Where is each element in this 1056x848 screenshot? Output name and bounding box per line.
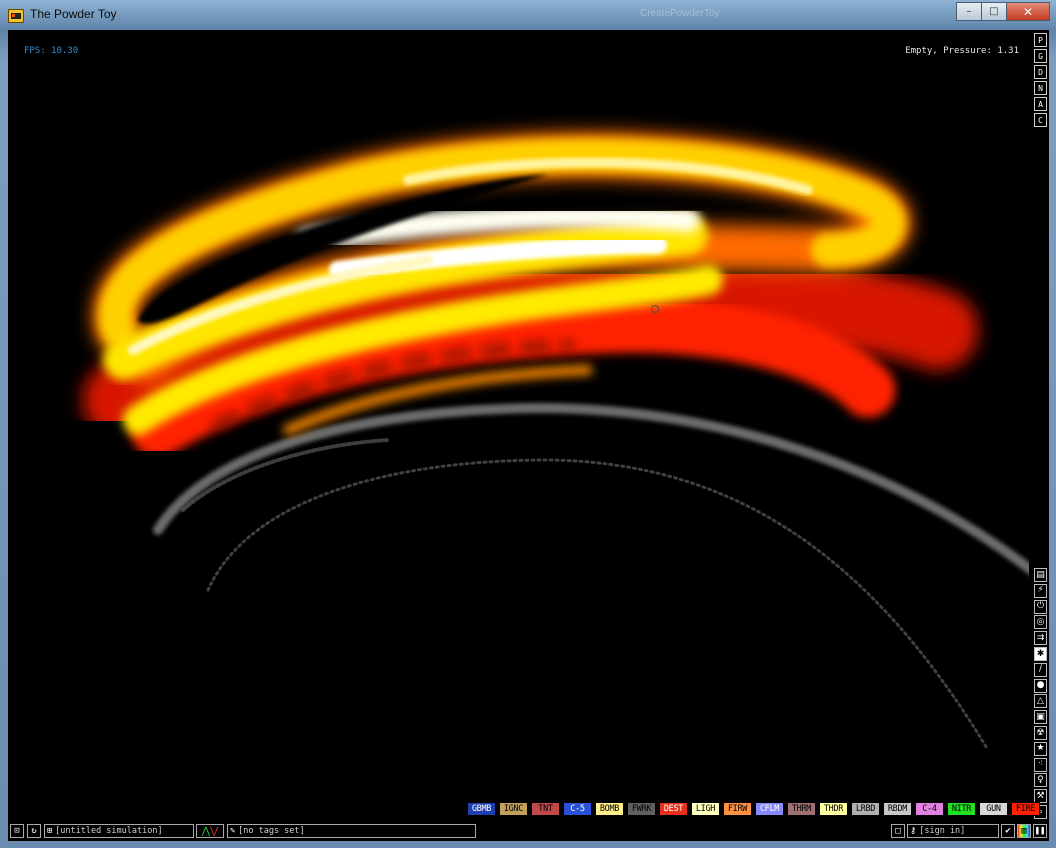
element-c5-button[interactable]: C-5 xyxy=(563,802,592,816)
vote-up-button[interactable]: ⋀ xyxy=(202,826,210,837)
window-frame: The Powder Toy CreatePowderToy – □ ✕ FPS… xyxy=(0,0,1056,848)
element-tnt-button[interactable]: TNT xyxy=(531,802,560,816)
element-firw-button[interactable]: FIRW xyxy=(723,802,752,816)
bottom-bar: ⊡ ↻ ⊞ [untitled simulation] ⋀ ⋁ ✎ [no ta… xyxy=(8,822,1049,841)
tags-button[interactable]: ✎ [no tags set] xyxy=(227,824,476,838)
element-bomb-button[interactable]: BOMB xyxy=(595,802,624,816)
maximize-button[interactable]: □ xyxy=(981,2,1007,21)
element-c4-button[interactable]: C-4 xyxy=(915,802,944,816)
element-rbdm-button[interactable]: RBDM xyxy=(883,802,912,816)
display-mode-a-button[interactable]: A xyxy=(1034,97,1047,111)
powered-icon[interactable]: ⏻ xyxy=(1034,599,1047,614)
open-simulation-button[interactable]: ⊡ xyxy=(10,824,24,838)
pressure-readout: Empty, Pressure: 1.31 xyxy=(905,46,1019,56)
particles-icon[interactable]: ⁖ xyxy=(1034,757,1047,772)
tags-label: [no tags set] xyxy=(238,826,305,836)
electronics-icon[interactable]: ⚡ xyxy=(1034,583,1047,598)
element-thdr-button[interactable]: THDR xyxy=(819,802,848,816)
sign-in-button[interactable]: ⚷ [sign in] xyxy=(907,824,999,838)
special-icon[interactable]: ★ xyxy=(1034,741,1047,756)
window-title: The Powder Toy xyxy=(30,7,117,21)
element-ligh-button[interactable]: LIGH xyxy=(691,802,720,816)
life-icon[interactable]: ♀ xyxy=(1034,773,1047,788)
title-bar[interactable]: The Powder Toy CreatePowderToy – □ ✕ xyxy=(0,0,1056,32)
element-gbmb-button[interactable]: GBMB xyxy=(467,802,496,816)
close-button[interactable]: ✕ xyxy=(1006,2,1050,21)
save-simulation-button[interactable]: ⊞ [untitled simulation] xyxy=(44,824,194,838)
display-mode-p-button[interactable]: P xyxy=(1034,33,1047,47)
new-simulation-button[interactable]: □ xyxy=(891,824,905,838)
sign-in-label: [sign in] xyxy=(919,826,966,836)
minimize-button[interactable]: – xyxy=(956,2,982,21)
element-bar: GBMB IGNC TNT C-5 BOMB FWRK DEST LIGH FIRW CFLM TH… xyxy=(467,802,1043,818)
radioactive-icon[interactable]: ☢ xyxy=(1034,726,1047,740)
vote-down-button[interactable]: ⋁ xyxy=(210,826,218,837)
liquids-icon[interactable]: ● xyxy=(1034,678,1047,693)
save-name: [untitled simulation] xyxy=(55,826,163,836)
background-window-title: CreatePowderToy xyxy=(640,8,720,19)
keyboard-icon[interactable]: ▤ xyxy=(1034,568,1047,582)
save-icon: ⊞ xyxy=(47,826,53,836)
game-area: FPS: 10.30 Empty, Pressure: 1.31 P G D N A C ▤… xyxy=(8,30,1049,841)
element-fwrk-button[interactable]: FWRK xyxy=(627,802,656,816)
reload-button[interactable]: ↻ xyxy=(27,824,41,838)
powders-icon[interactable]: ▣ xyxy=(1034,710,1047,725)
app-icon xyxy=(8,9,24,23)
display-mode-d-button[interactable]: D xyxy=(1034,65,1047,79)
display-mode-g-button[interactable]: G xyxy=(1034,49,1047,63)
display-mode-c-button[interactable]: C xyxy=(1034,113,1047,127)
element-thrm-button[interactable]: THRM xyxy=(787,802,816,816)
tag-icon: ✎ xyxy=(230,826,236,836)
display-mode-n-button[interactable]: N xyxy=(1034,81,1047,95)
settings-button[interactable]: ✔ xyxy=(1001,824,1015,838)
window-controls: – □ ✕ xyxy=(956,2,1050,22)
ash-arc xyxy=(153,402,1029,752)
pause-button[interactable]: ❚❚ xyxy=(1033,824,1047,838)
simulation-canvas[interactable] xyxy=(8,30,1029,820)
force-icon[interactable]: ⇉ xyxy=(1034,631,1047,646)
element-gun-button[interactable]: GUN xyxy=(979,802,1008,816)
explosives-icon[interactable]: ✱ xyxy=(1034,647,1047,661)
element-cflm-button[interactable]: CFLM xyxy=(755,802,784,816)
renderer-button[interactable]: ▥ xyxy=(1017,824,1031,838)
key-icon: ⚷ xyxy=(910,826,917,836)
element-fire-button[interactable]: FIRE xyxy=(1011,802,1040,816)
element-ignc-button[interactable]: IGNC xyxy=(499,802,528,816)
sensors-icon[interactable]: ◎ xyxy=(1034,615,1047,630)
solids-icon[interactable]: / xyxy=(1034,662,1047,677)
right-toolbar: P G D N A C ▤ ⚡ ⏻ ◎ ⇉ ✱ / ● △ ▣ ☢ ★ ⁖ ♀ ⚒ ⌕ xyxy=(1034,30,1049,820)
element-lrbd-button[interactable]: LRBD xyxy=(851,802,880,816)
gases-icon[interactable]: △ xyxy=(1034,694,1047,709)
element-dest-button[interactable]: DEST xyxy=(659,802,688,816)
vote-buttons: ⋀ ⋁ xyxy=(196,824,224,838)
renderer-icon: ▥ xyxy=(1021,826,1027,836)
fps-counter: FPS: 10.30 xyxy=(24,46,79,56)
element-nitr-button[interactable]: NITR xyxy=(947,802,976,816)
